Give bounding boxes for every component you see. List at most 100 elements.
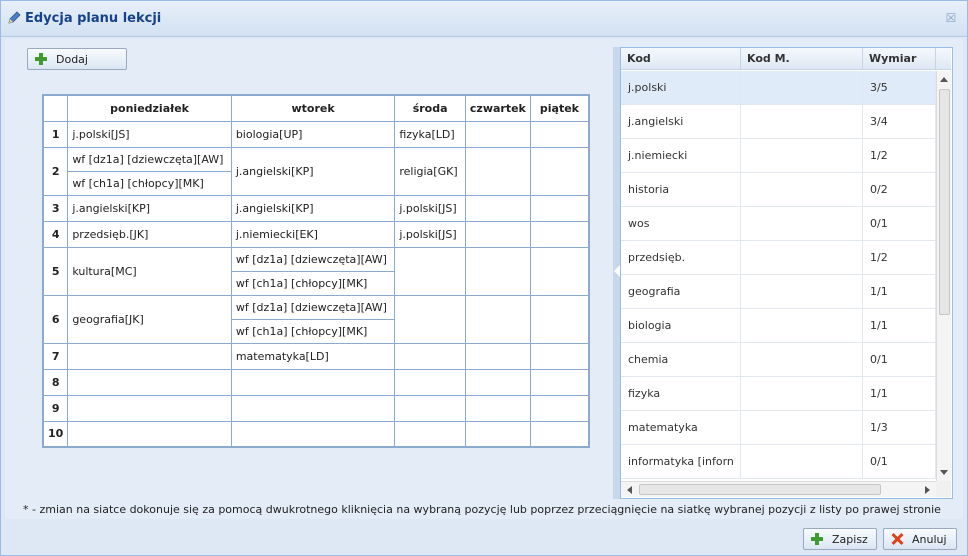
grid-cell[interactable]: j.polski[JS] [394, 220, 466, 248]
grid-cell[interactable]: kultura[MC] [67, 246, 232, 296]
grid-cell[interactable] [230, 394, 396, 422]
grid-cell[interactable]: wf [dz1a] [dziewczęta][AW] [230, 246, 396, 272]
list-item[interactable]: wos 0/1 [621, 207, 936, 241]
list-item[interactable]: matematyka 1/3 [621, 411, 936, 445]
grid-cell[interactable] [394, 294, 466, 344]
grid-cell[interactable] [464, 194, 531, 222]
grid-cell[interactable] [529, 194, 590, 222]
grid-cell[interactable] [529, 294, 590, 344]
grid-cell[interactable]: geografia[JK] [67, 294, 232, 344]
list-item[interactable]: chemia 0/1 [621, 343, 936, 377]
grid-cell[interactable]: wf [dz1a] [dziewczęta][AW] [67, 146, 232, 172]
grid-cell[interactable] [394, 368, 466, 396]
dialog-titlebar[interactable]: Edycja planu lekcji ☒ [1, 1, 967, 37]
scroll-thumb-horizontal[interactable] [639, 484, 881, 495]
grid-cell[interactable] [529, 394, 590, 422]
grid-cell[interactable] [464, 294, 531, 344]
grid-cell[interactable] [529, 420, 590, 448]
day-header-tuesday: wtorek [230, 94, 396, 122]
grid-cell[interactable]: wf [ch1a] [chłopcy][MK] [67, 170, 232, 196]
list-item[interactable]: geografia 1/1 [621, 275, 936, 309]
grid-cell[interactable]: j.niemiecki[EK] [230, 220, 396, 248]
grid-cell[interactable]: j.polski[JS] [67, 120, 232, 148]
list-cell-code: j.polski [621, 71, 741, 105]
list-item[interactable]: historia 0/2 [621, 173, 936, 207]
list-cell-code: chemia [621, 343, 741, 377]
grid-cell[interactable]: j.angielski[KP] [67, 194, 232, 222]
grid-cell[interactable]: wf [ch1a] [chłopcy][MK] [230, 318, 396, 344]
grid-cell[interactable] [230, 420, 396, 448]
grid-cell[interactable] [529, 220, 590, 248]
list-item[interactable]: j.angielski 3/4 [621, 105, 936, 139]
add-button[interactable]: Dodaj [27, 48, 127, 70]
grid-cell[interactable] [394, 394, 466, 422]
grid-cell[interactable] [464, 342, 531, 370]
column-header-dimension[interactable]: Wymiar [863, 48, 936, 70]
grid-cell[interactable]: j.angielski[KP] [230, 194, 396, 222]
list-item[interactable]: j.niemiecki 1/2 [621, 139, 936, 173]
grid-cell[interactable] [529, 120, 590, 148]
list-cell-code: wos [621, 207, 741, 241]
vertical-scrollbar[interactable] [936, 71, 951, 481]
add-button-label: Dodaj [56, 52, 88, 66]
grid-cell[interactable]: religia[GK] [394, 146, 466, 196]
grid-cell[interactable] [67, 420, 232, 448]
list-item[interactable]: fizyka 1/1 [621, 377, 936, 411]
grid-cell[interactable] [67, 394, 232, 422]
list-cell-dimension: 1/2 [863, 241, 936, 275]
list-cell-dimension: 0/1 [863, 207, 936, 241]
grid-cell[interactable] [230, 368, 396, 396]
grid-cell[interactable]: j.angielski[KP] [230, 146, 396, 196]
grid-cell[interactable] [394, 342, 466, 370]
grid-cell[interactable]: matematyka[LD] [230, 342, 396, 370]
scroll-up-icon[interactable] [940, 77, 948, 82]
plus-icon [810, 532, 824, 546]
panel-splitter[interactable] [613, 47, 621, 499]
grid-cell[interactable] [67, 368, 232, 396]
list-cell-code-m [741, 71, 863, 105]
lesson-plan-dialog: Edycja planu lekcji ☒ Dodaj poniedziałek… [0, 0, 968, 556]
list-cell-dimension: 1/3 [863, 411, 936, 445]
schedule-grid: poniedziałek wtorek środa czwartek piąte… [42, 94, 590, 448]
cancel-button[interactable]: Anuluj [883, 528, 957, 550]
grid-cell[interactable] [464, 220, 531, 248]
column-header-code-m[interactable]: Kod M. [741, 48, 863, 70]
horizontal-scrollbar[interactable] [621, 481, 936, 497]
grid-cell[interactable] [464, 420, 531, 448]
scroll-left-icon[interactable] [627, 486, 632, 494]
grid-cell[interactable] [529, 146, 590, 196]
list-item[interactable]: biologia 1/1 [621, 309, 936, 343]
grid-cell[interactable]: fizyka[LD] [394, 120, 466, 148]
scroll-thumb[interactable] [939, 89, 950, 315]
collapse-arrow-icon[interactable] [614, 265, 620, 277]
grid-cell[interactable]: przedsięb.[JK] [67, 220, 232, 248]
grid-cell[interactable]: biologia[UP] [230, 120, 396, 148]
grid-cell[interactable]: wf [dz1a] [dziewczęta][AW] [230, 294, 396, 320]
list-item[interactable]: informatyka [inforn 0/1 [621, 445, 936, 479]
close-icon[interactable]: ☒ [945, 12, 957, 24]
grid-cell[interactable] [464, 120, 531, 148]
grid-cell[interactable] [529, 368, 590, 396]
grid-cell[interactable] [67, 342, 232, 370]
scrollbar-corner [936, 481, 951, 497]
grid-cell[interactable] [464, 246, 531, 296]
grid-cell[interactable] [464, 394, 531, 422]
list-item[interactable]: j.polski 3/5 [621, 71, 936, 105]
scroll-down-icon[interactable] [940, 470, 948, 475]
lesson-number: 1 [42, 120, 69, 148]
grid-cell[interactable] [464, 146, 531, 196]
lesson-number: 9 [42, 394, 69, 422]
grid-cell[interactable] [394, 420, 466, 448]
column-header-code[interactable]: Kod [621, 48, 741, 70]
list-cell-dimension: 3/4 [863, 105, 936, 139]
save-button[interactable]: Zapisz [803, 528, 877, 550]
day-header-thursday: czwartek [464, 94, 531, 122]
grid-cell[interactable] [529, 246, 590, 296]
grid-cell[interactable]: wf [ch1a] [chłopcy][MK] [230, 270, 396, 296]
grid-cell[interactable] [394, 246, 466, 296]
grid-cell[interactable] [529, 342, 590, 370]
list-item[interactable]: przedsięb. 1/2 [621, 241, 936, 275]
grid-cell[interactable]: j.polski[JS] [394, 194, 466, 222]
scroll-right-icon[interactable] [925, 486, 930, 494]
grid-cell[interactable] [464, 368, 531, 396]
